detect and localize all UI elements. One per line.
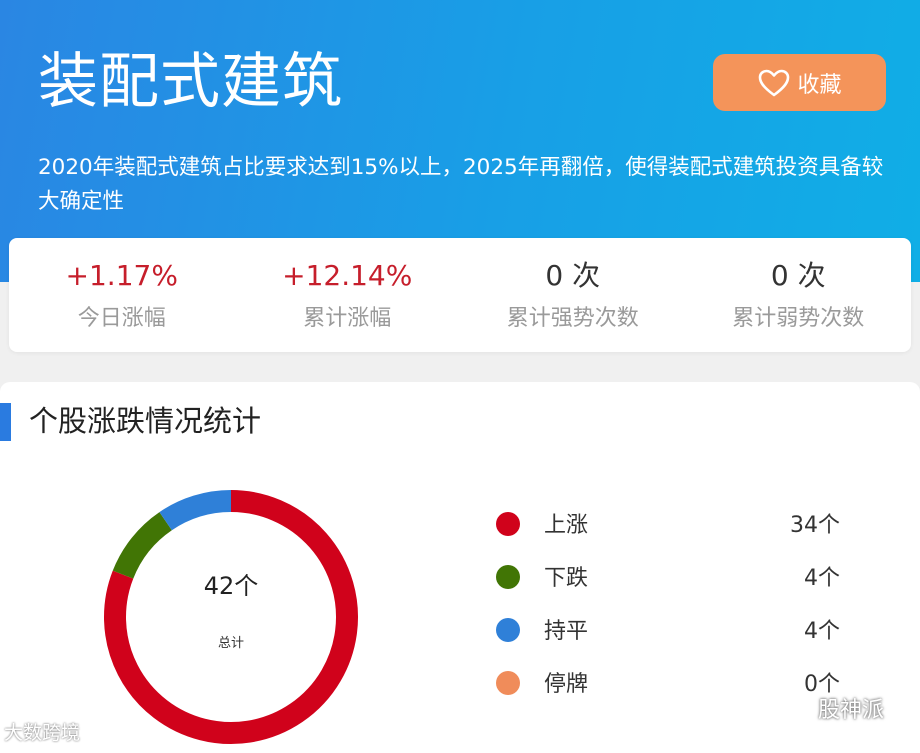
stats-card: +1.17% 今日涨幅 +12.14% 累计涨幅 0 次 累计强势次数 0 次 … bbox=[9, 238, 911, 352]
stat-label: 今日涨幅 bbox=[77, 306, 166, 331]
donut-total: 42个 bbox=[203, 572, 259, 600]
donut-slice-2 bbox=[159, 490, 232, 531]
watermark-right: 股神派 bbox=[776, 692, 884, 724]
section-accent-bar bbox=[0, 403, 11, 441]
donut-total-label: 总计 bbox=[217, 636, 244, 651]
legend-count: 4个 bbox=[804, 566, 840, 591]
stat-label: 累计涨幅 bbox=[303, 306, 392, 331]
stat-value: +12.14% bbox=[282, 259, 413, 292]
stat-value: 0 次 bbox=[545, 259, 601, 292]
section-title: 个股涨跌情况统计 bbox=[29, 404, 262, 438]
favorite-button[interactable]: 收藏 bbox=[713, 54, 886, 111]
legend-label: 停牌 bbox=[544, 672, 589, 697]
stat-strong-count: 0 次 累计强势次数 bbox=[460, 238, 686, 352]
legend-dot bbox=[496, 565, 520, 589]
stat-today-change: +1.17% 今日涨幅 bbox=[9, 238, 235, 352]
watermark-right-text: 股神派 bbox=[818, 698, 885, 723]
favorite-label: 收藏 bbox=[797, 72, 842, 98]
legend-item-up: 上涨 34个 bbox=[496, 504, 846, 544]
heart-icon bbox=[759, 69, 790, 96]
wechat-icon bbox=[777, 696, 810, 719]
legend-label: 上涨 bbox=[544, 513, 589, 538]
stat-cumulative-change: +12.14% 累计涨幅 bbox=[235, 238, 461, 352]
legend-count: 4个 bbox=[804, 619, 840, 644]
donut-chart bbox=[104, 490, 358, 744]
legend-item-down: 下跌 4个 bbox=[496, 557, 846, 597]
legend-dot bbox=[496, 671, 520, 695]
stat-label: 累计强势次数 bbox=[506, 306, 639, 331]
legend-count: 34个 bbox=[790, 513, 840, 538]
page-title: 装配式建筑 bbox=[38, 47, 343, 117]
description: 2020年装配式建筑占比要求达到15%以上，2025年再翻倍，使得装配式建筑投资… bbox=[38, 155, 884, 214]
watermark-left: 大数跨境 bbox=[4, 718, 80, 745]
watermark-left-text: 大数跨境 bbox=[4, 722, 81, 744]
stat-weak-count: 0 次 累计弱势次数 bbox=[686, 238, 912, 352]
stat-value: +1.17% bbox=[65, 259, 178, 292]
legend-dot bbox=[496, 512, 520, 536]
legend-dot bbox=[496, 618, 520, 642]
stat-label: 累计弱势次数 bbox=[732, 306, 865, 331]
legend-item-flat: 持平 4个 bbox=[496, 610, 846, 650]
stat-value: 0 次 bbox=[770, 259, 826, 292]
legend-label: 持平 bbox=[544, 619, 589, 644]
legend-label: 下跌 bbox=[544, 566, 589, 591]
